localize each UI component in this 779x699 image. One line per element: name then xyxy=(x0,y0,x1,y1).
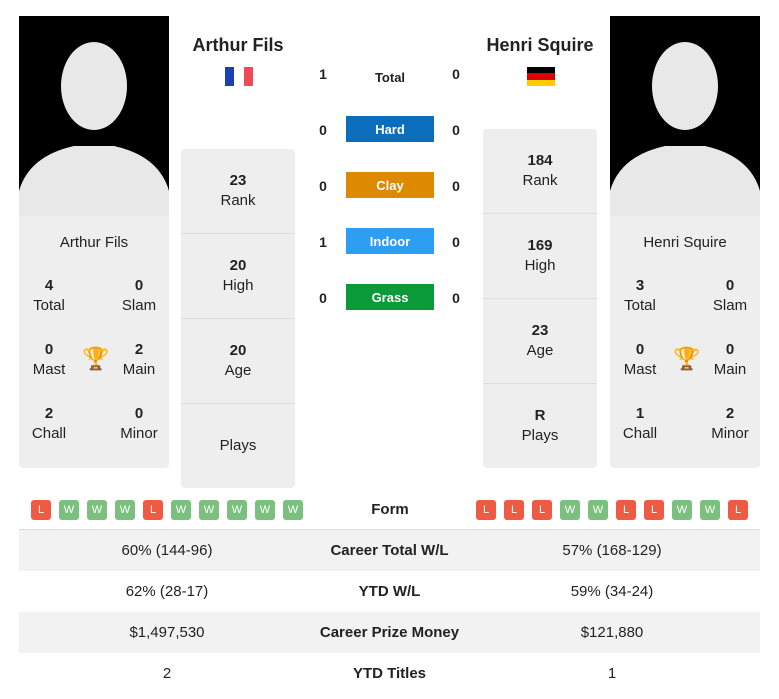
h2h-label-total: Total xyxy=(374,70,406,85)
h2h-label-grass: Grass xyxy=(346,284,434,310)
h2h-label-clay: Clay xyxy=(346,172,434,198)
player2-name[interactable]: Henri Squire xyxy=(465,35,615,56)
stat-row: $1,497,530 Career Prize Money $121,880 xyxy=(19,612,760,653)
form-badge: W xyxy=(700,500,720,520)
germany-flag-icon xyxy=(527,67,555,86)
france-flag-icon xyxy=(225,67,253,86)
player2-photo xyxy=(610,16,760,216)
h2h-p2-clay: 0 xyxy=(452,178,460,194)
player1-mast: 0 Mast xyxy=(32,341,66,378)
stat-row: 2 YTD Titles 1 xyxy=(19,653,760,694)
player1-total: 4 Total xyxy=(33,277,65,314)
form-badge: W xyxy=(672,500,692,520)
player1-card-name: Arthur Fils xyxy=(59,234,129,251)
stat-row: 62% (28-17) YTD W/L 59% (34-24) xyxy=(19,571,760,612)
player1-chall: 2 Chall xyxy=(31,405,67,442)
form-badge: L xyxy=(476,500,496,520)
player2-form: LLLWWLLWWL xyxy=(476,500,748,520)
form-badge: W xyxy=(255,500,275,520)
form-badge: W xyxy=(199,500,219,520)
player2-info: 184 Rank 169 High 23 Age R Plays xyxy=(483,129,597,468)
form-badge: L xyxy=(616,500,636,520)
form-badge: L xyxy=(143,500,163,520)
player1-info: 23 Rank 20 High 20 Age Plays xyxy=(181,149,295,488)
form-badge: W xyxy=(59,500,79,520)
form-badge: W xyxy=(87,500,107,520)
form-badge: L xyxy=(644,500,664,520)
form-label: Form xyxy=(371,501,409,518)
player2-card: Henri Squire 3 Total 0 Slam 0 Mast 🏆 0 Main … xyxy=(610,216,760,468)
h2h-label-hard: Hard xyxy=(346,116,434,142)
h2h-p2-grass: 0 xyxy=(452,290,460,306)
h2h-p2-total: 0 xyxy=(452,66,460,82)
player1-slam: 0 Slam xyxy=(121,277,157,314)
form-badge: W xyxy=(588,500,608,520)
form-badge: L xyxy=(31,500,51,520)
h2h-p1-hard: 0 xyxy=(319,122,327,138)
h2h-p2-hard: 0 xyxy=(452,122,460,138)
player1-photo xyxy=(19,16,169,216)
player1-minor: 0 Minor xyxy=(120,405,158,442)
form-badge: L xyxy=(728,500,748,520)
form-badge: L xyxy=(504,500,524,520)
h2h-p1-clay: 0 xyxy=(319,178,327,194)
player1-main: 2 Main xyxy=(122,341,156,378)
trophy-icon: 🏆 xyxy=(82,346,110,371)
h2h-label-indoor: Indoor xyxy=(346,228,434,254)
form-badge: W xyxy=(227,500,247,520)
h2h-p2-indoor: 0 xyxy=(452,234,460,250)
form-badge: W xyxy=(283,500,303,520)
form-badge: W xyxy=(171,500,191,520)
h2h-p1-grass: 0 xyxy=(319,290,327,306)
trophy-icon: 🏆 xyxy=(673,346,701,371)
form-badge: L xyxy=(532,500,552,520)
player1-card: Arthur Fils 4 Total 0 Slam 0 Mast 🏆 2 Main 2… xyxy=(19,216,169,468)
h2h-p1-indoor: 1 xyxy=(319,234,327,250)
form-badge: W xyxy=(115,500,135,520)
player2-card-name: Henri Squire xyxy=(643,234,727,251)
player1-form: LWWWLWWWWW xyxy=(31,500,303,520)
form-badge: W xyxy=(560,500,580,520)
player1-name[interactable]: Arthur Fils xyxy=(163,35,313,56)
stat-row: 60% (144-96) Career Total W/L 57% (168-129… xyxy=(19,530,760,571)
h2h-p1-total: 1 xyxy=(319,66,327,82)
